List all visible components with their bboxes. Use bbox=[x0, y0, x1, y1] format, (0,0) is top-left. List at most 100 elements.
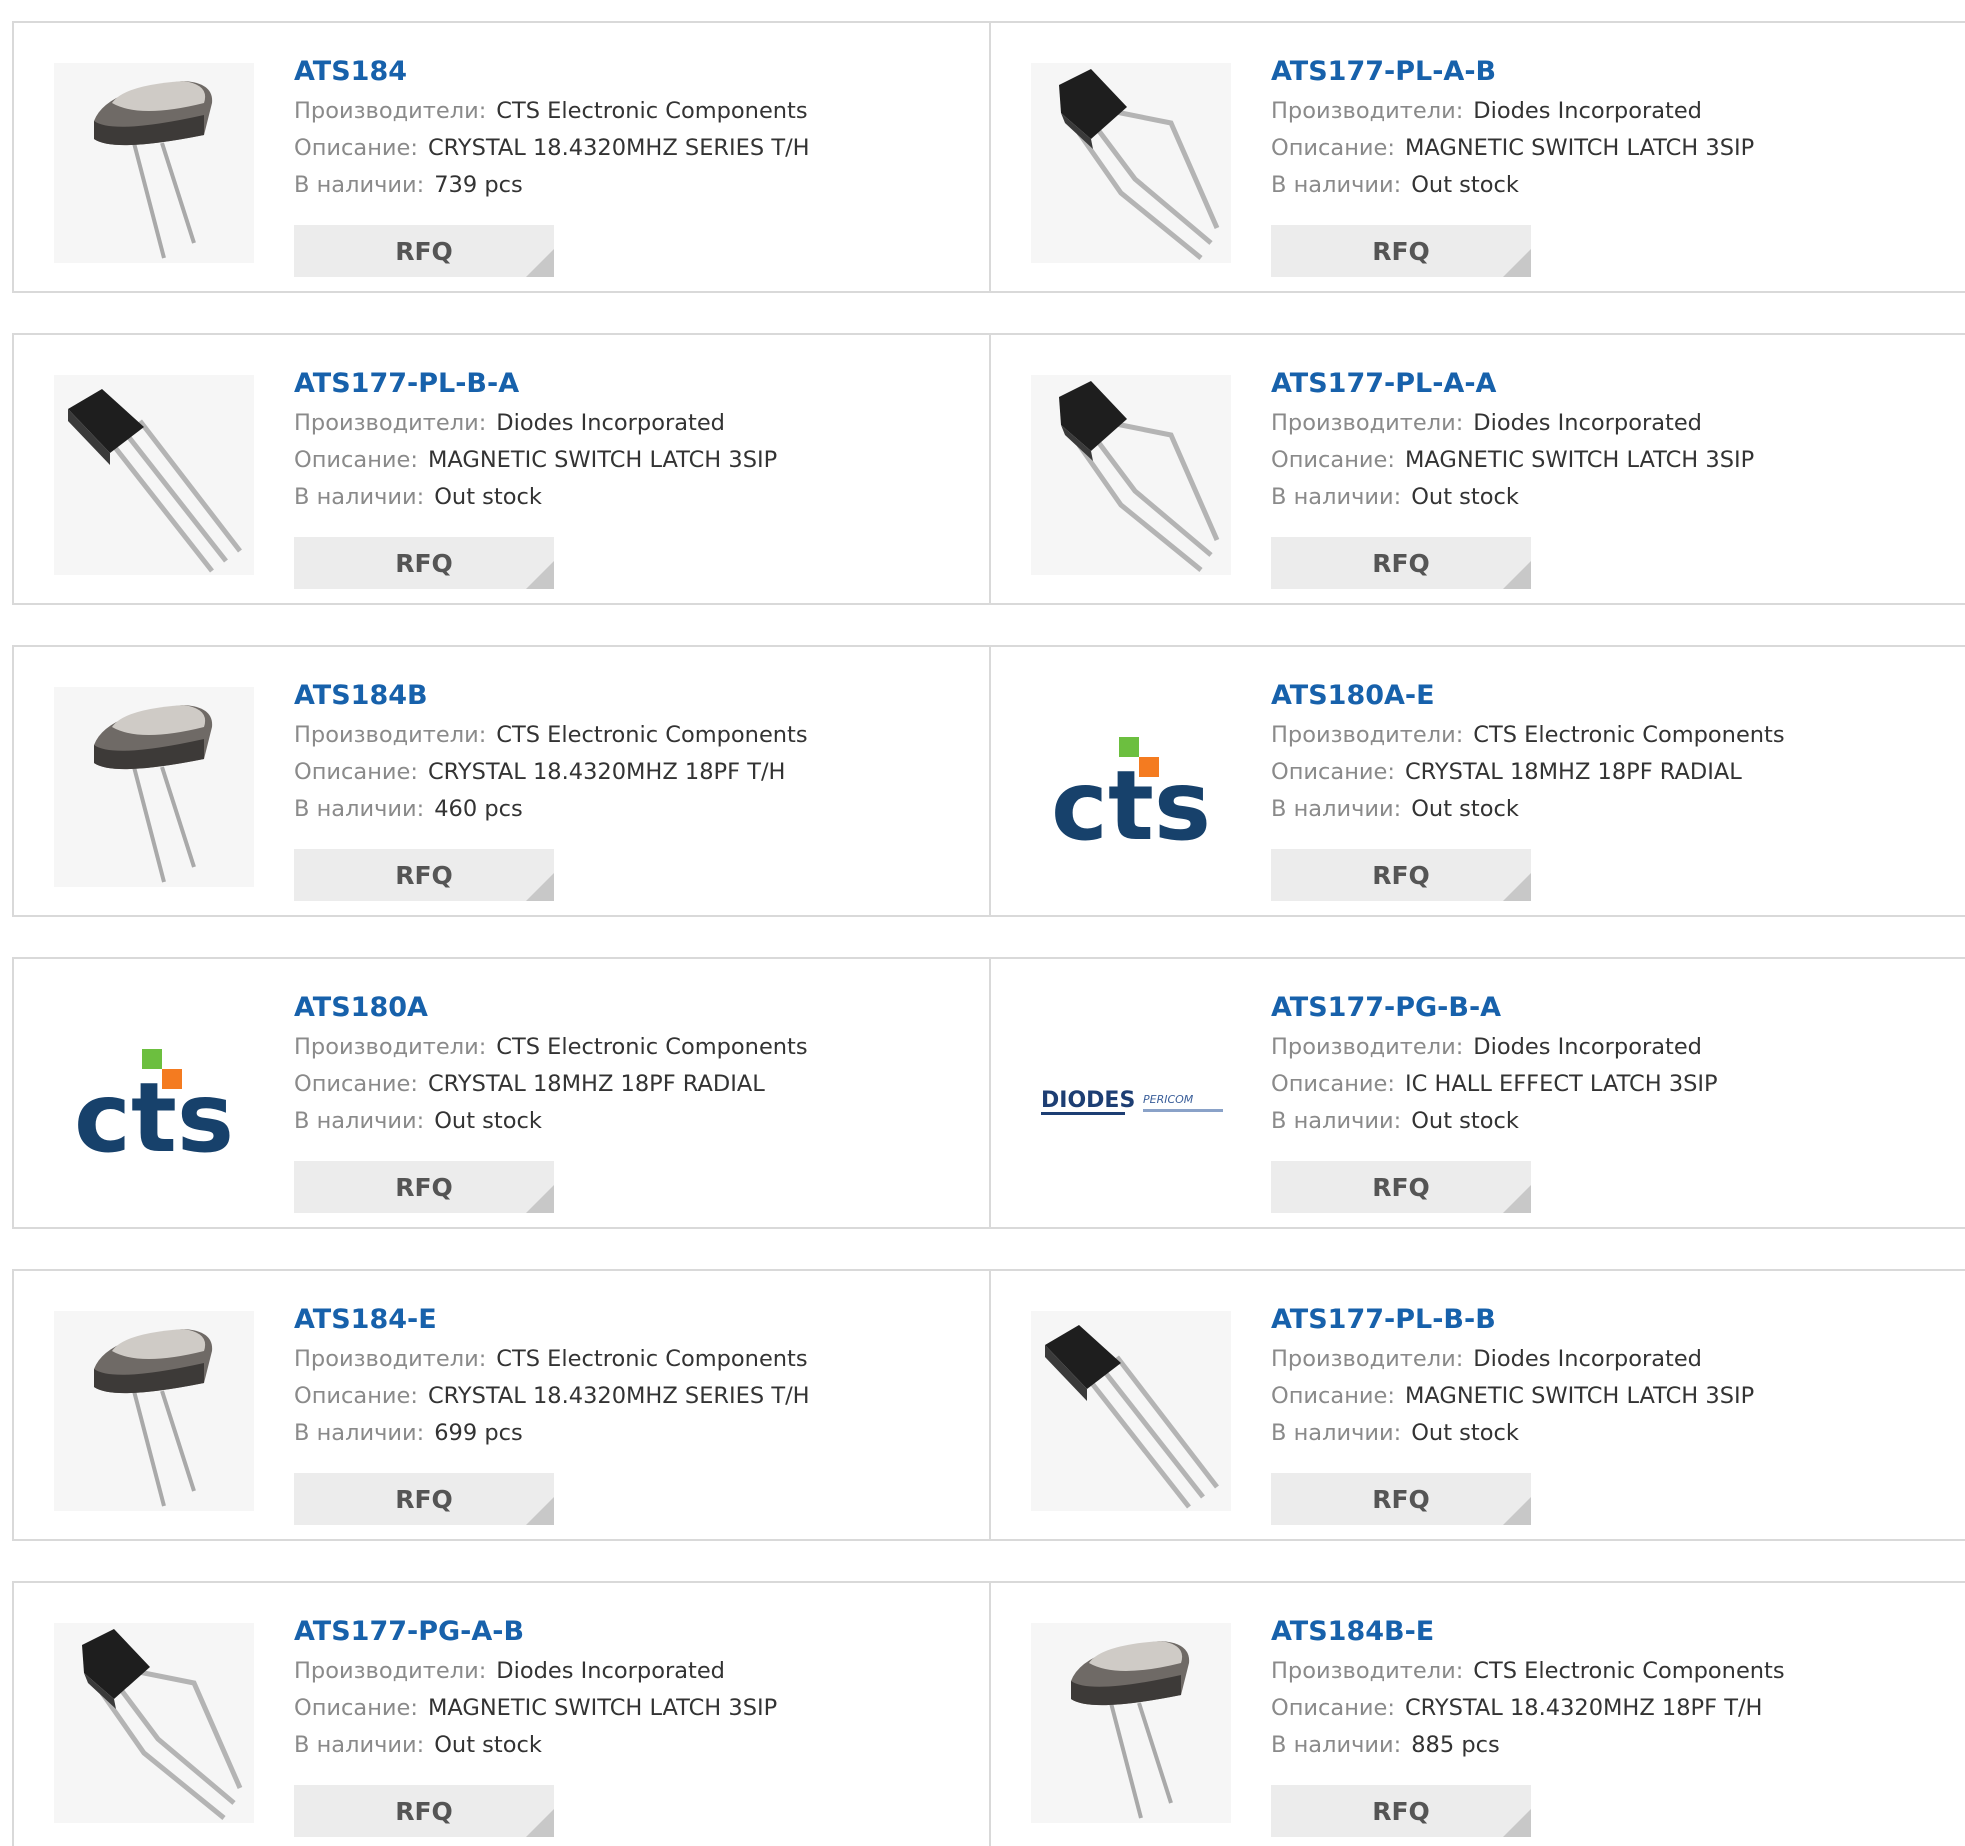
description-value: CRYSTAL 18.4320MHZ 18PF T/H bbox=[1404, 1695, 1763, 1721]
hall-sensor-bent-icon[interactable] bbox=[1031, 63, 1231, 263]
stock-label: В наличии: bbox=[294, 484, 425, 510]
product-part-link[interactable]: ATS184B-E bbox=[1271, 1611, 1785, 1653]
hall-sensor-straight-icon[interactable] bbox=[1031, 1311, 1231, 1511]
corner-triangle-icon bbox=[1503, 1497, 1531, 1525]
crystal-hc49-icon[interactable] bbox=[54, 687, 254, 887]
rfq-label: RFQ bbox=[1372, 1796, 1430, 1826]
product-part-link[interactable]: ATS177-PL-A-A bbox=[1271, 363, 1754, 405]
svg-text:PERICOM: PERICOM bbox=[1143, 1093, 1194, 1106]
stock-value: Out stock bbox=[434, 1732, 542, 1758]
manufacturer-label: Производители: bbox=[1271, 1658, 1464, 1684]
stock-value: Out stock bbox=[1411, 484, 1519, 510]
description-label: Описание: bbox=[294, 135, 418, 161]
description-label: Описание: bbox=[1271, 1383, 1395, 1409]
description-label: Описание: bbox=[1271, 1071, 1395, 1097]
hall-sensor-straight-icon[interactable] bbox=[54, 375, 254, 575]
product-row: cts ATS180A Производители: CTS Electronic… bbox=[12, 957, 1965, 1229]
stock-label: В наличии: bbox=[1271, 1420, 1402, 1446]
product-card: ATS177-PG-A-B Производители: Diodes Incor… bbox=[14, 1583, 991, 1846]
rfq-button[interactable]: RFQ bbox=[294, 225, 554, 277]
description-label: Описание: bbox=[294, 1695, 418, 1721]
description-label: Описание: bbox=[1271, 759, 1395, 785]
svg-text:DIODES: DIODES bbox=[1041, 1088, 1135, 1113]
rfq-label: RFQ bbox=[395, 236, 453, 266]
stock-value: Out stock bbox=[1411, 172, 1519, 198]
manufacturer-label: Производители: bbox=[1271, 1034, 1464, 1060]
corner-triangle-icon bbox=[526, 1497, 554, 1525]
product-card: ATS184-E Производители: CTS Electronic Co… bbox=[14, 1271, 991, 1539]
product-part-link[interactable]: ATS180A bbox=[294, 987, 808, 1029]
product-row: ATS177-PG-A-B Производители: Diodes Incor… bbox=[12, 1581, 1965, 1846]
product-row: ATS177-PL-B-A Производители: Diodes Incor… bbox=[12, 333, 1965, 605]
description-label: Описание: bbox=[294, 447, 418, 473]
manufacturer-label: Производители: bbox=[1271, 722, 1464, 748]
stock-label: В наличии: bbox=[1271, 484, 1402, 510]
rfq-button[interactable]: RFQ bbox=[294, 849, 554, 901]
rfq-button[interactable]: RFQ bbox=[1271, 1473, 1531, 1525]
product-part-link[interactable]: ATS177-PL-B-A bbox=[294, 363, 777, 405]
manufacturer-value: CTS Electronic Components bbox=[496, 98, 808, 124]
rfq-label: RFQ bbox=[1372, 1172, 1430, 1202]
manufacturer-label: Производители: bbox=[1271, 410, 1464, 436]
description-label: Описание: bbox=[1271, 1695, 1395, 1721]
rfq-button[interactable]: RFQ bbox=[294, 1161, 554, 1213]
description-value: MAGNETIC SWITCH LATCH 3SIP bbox=[1404, 447, 1755, 473]
description-value: CRYSTAL 18MHZ 18PF RADIAL bbox=[1404, 759, 1742, 785]
description-value: CRYSTAL 18.4320MHZ 18PF T/H bbox=[427, 759, 786, 785]
product-part-link[interactable]: ATS184 bbox=[294, 51, 810, 93]
corner-triangle-icon bbox=[526, 249, 554, 277]
product-part-link[interactable]: ATS177-PL-A-B bbox=[1271, 51, 1754, 93]
product-part-link[interactable]: ATS177-PG-B-A bbox=[1271, 987, 1718, 1029]
corner-triangle-icon bbox=[1503, 873, 1531, 901]
rfq-button[interactable]: RFQ bbox=[294, 1785, 554, 1837]
manufacturer-value: CTS Electronic Components bbox=[1473, 722, 1785, 748]
diodes-pericom-logo[interactable]: DIODES PERICOM bbox=[1031, 999, 1231, 1199]
product-card: ATS184B-E Производители: CTS Electronic C… bbox=[991, 1583, 1965, 1846]
description-label: Описание: bbox=[1271, 135, 1395, 161]
rfq-button[interactable]: RFQ bbox=[1271, 537, 1531, 589]
manufacturer-value: CTS Electronic Components bbox=[496, 1034, 808, 1060]
description-value: CRYSTAL 18.4320MHZ SERIES T/H bbox=[427, 1383, 810, 1409]
rfq-button[interactable]: RFQ bbox=[1271, 1161, 1531, 1213]
rfq-button[interactable]: RFQ bbox=[294, 537, 554, 589]
rfq-button[interactable]: RFQ bbox=[1271, 225, 1531, 277]
corner-triangle-icon bbox=[526, 1185, 554, 1213]
rfq-button[interactable]: RFQ bbox=[1271, 1785, 1531, 1837]
crystal-hc49-icon[interactable] bbox=[1031, 1623, 1231, 1823]
manufacturer-label: Производители: bbox=[294, 98, 487, 124]
product-part-link[interactable]: ATS184-E bbox=[294, 1299, 810, 1341]
crystal-hc49-icon[interactable] bbox=[54, 1311, 254, 1511]
stock-label: В наличии: bbox=[1271, 1732, 1402, 1758]
rfq-button[interactable]: RFQ bbox=[294, 1473, 554, 1525]
product-part-link[interactable]: ATS177-PL-B-B bbox=[1271, 1299, 1754, 1341]
product-part-link[interactable]: ATS184B bbox=[294, 675, 808, 717]
stock-label: В наличии: bbox=[1271, 172, 1402, 198]
product-card: DIODES PERICOM ATS177-PG-B-A Производите… bbox=[991, 959, 1965, 1227]
hall-sensor-bent-icon[interactable] bbox=[1031, 375, 1231, 575]
rfq-button[interactable]: RFQ bbox=[1271, 849, 1531, 901]
stock-value: 460 pcs bbox=[434, 796, 523, 822]
stock-label: В наличии: bbox=[294, 796, 425, 822]
corner-triangle-icon bbox=[526, 1809, 554, 1837]
manufacturer-value: Diodes Incorporated bbox=[1473, 410, 1702, 436]
stock-label: В наличии: bbox=[294, 1732, 425, 1758]
crystal-hc49-icon[interactable] bbox=[54, 63, 254, 263]
svg-text:cts: cts bbox=[74, 1062, 234, 1174]
corner-triangle-icon bbox=[1503, 561, 1531, 589]
product-card: ATS184 Производители: CTS Electronic Comp… bbox=[14, 23, 991, 291]
description-value: MAGNETIC SWITCH LATCH 3SIP bbox=[1404, 1383, 1755, 1409]
manufacturer-label: Производители: bbox=[294, 1658, 487, 1684]
manufacturer-value: CTS Electronic Components bbox=[1473, 1658, 1785, 1684]
manufacturer-label: Производители: bbox=[294, 722, 487, 748]
manufacturer-label: Производители: bbox=[1271, 98, 1464, 124]
stock-label: В наличии: bbox=[294, 172, 425, 198]
product-part-link[interactable]: ATS177-PG-A-B bbox=[294, 1611, 777, 1653]
product-part-link[interactable]: ATS180A-E bbox=[1271, 675, 1785, 717]
cts-logo[interactable]: cts bbox=[54, 999, 254, 1199]
hall-sensor-bent-icon[interactable] bbox=[54, 1623, 254, 1823]
manufacturer-label: Производители: bbox=[1271, 1346, 1464, 1372]
rfq-label: RFQ bbox=[1372, 236, 1430, 266]
cts-logo[interactable]: cts bbox=[1031, 687, 1231, 887]
stock-value: 699 pcs bbox=[434, 1420, 523, 1446]
product-card: ATS177-PL-A-B Производители: Diodes Incor… bbox=[991, 23, 1965, 291]
